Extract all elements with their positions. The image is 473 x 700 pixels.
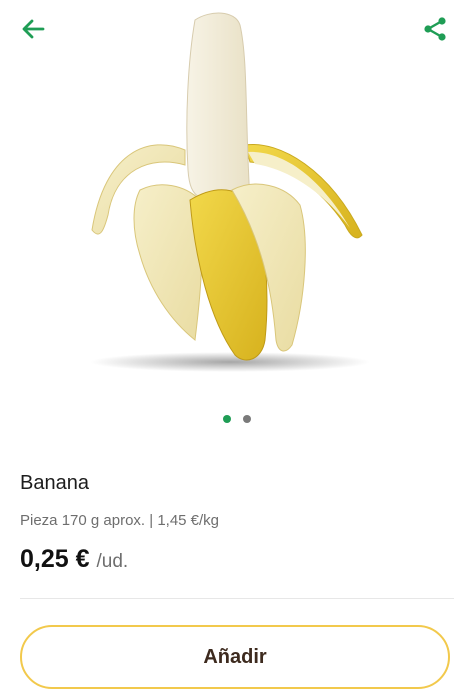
price-unit: /ud.	[96, 551, 129, 572]
pagination-dot-2[interactable]	[242, 415, 251, 423]
pagination-dot-1[interactable]	[222, 415, 231, 423]
gallery-pagination	[0, 415, 473, 423]
divider	[20, 598, 454, 599]
price-row: 0,25 € /ud.	[20, 545, 128, 574]
product-name: Banana	[20, 472, 89, 494]
share-icon	[421, 15, 449, 48]
back-button[interactable]	[13, 11, 53, 51]
arrow-left-icon	[19, 15, 47, 48]
product-price: 0,25 €	[20, 545, 90, 573]
product-description: Pieza 170 g aprox. | 1,45 €/kg	[20, 512, 220, 529]
add-to-cart-button[interactable]: Añadir	[20, 625, 450, 689]
share-button[interactable]	[415, 11, 455, 51]
top-bar	[0, 0, 473, 64]
